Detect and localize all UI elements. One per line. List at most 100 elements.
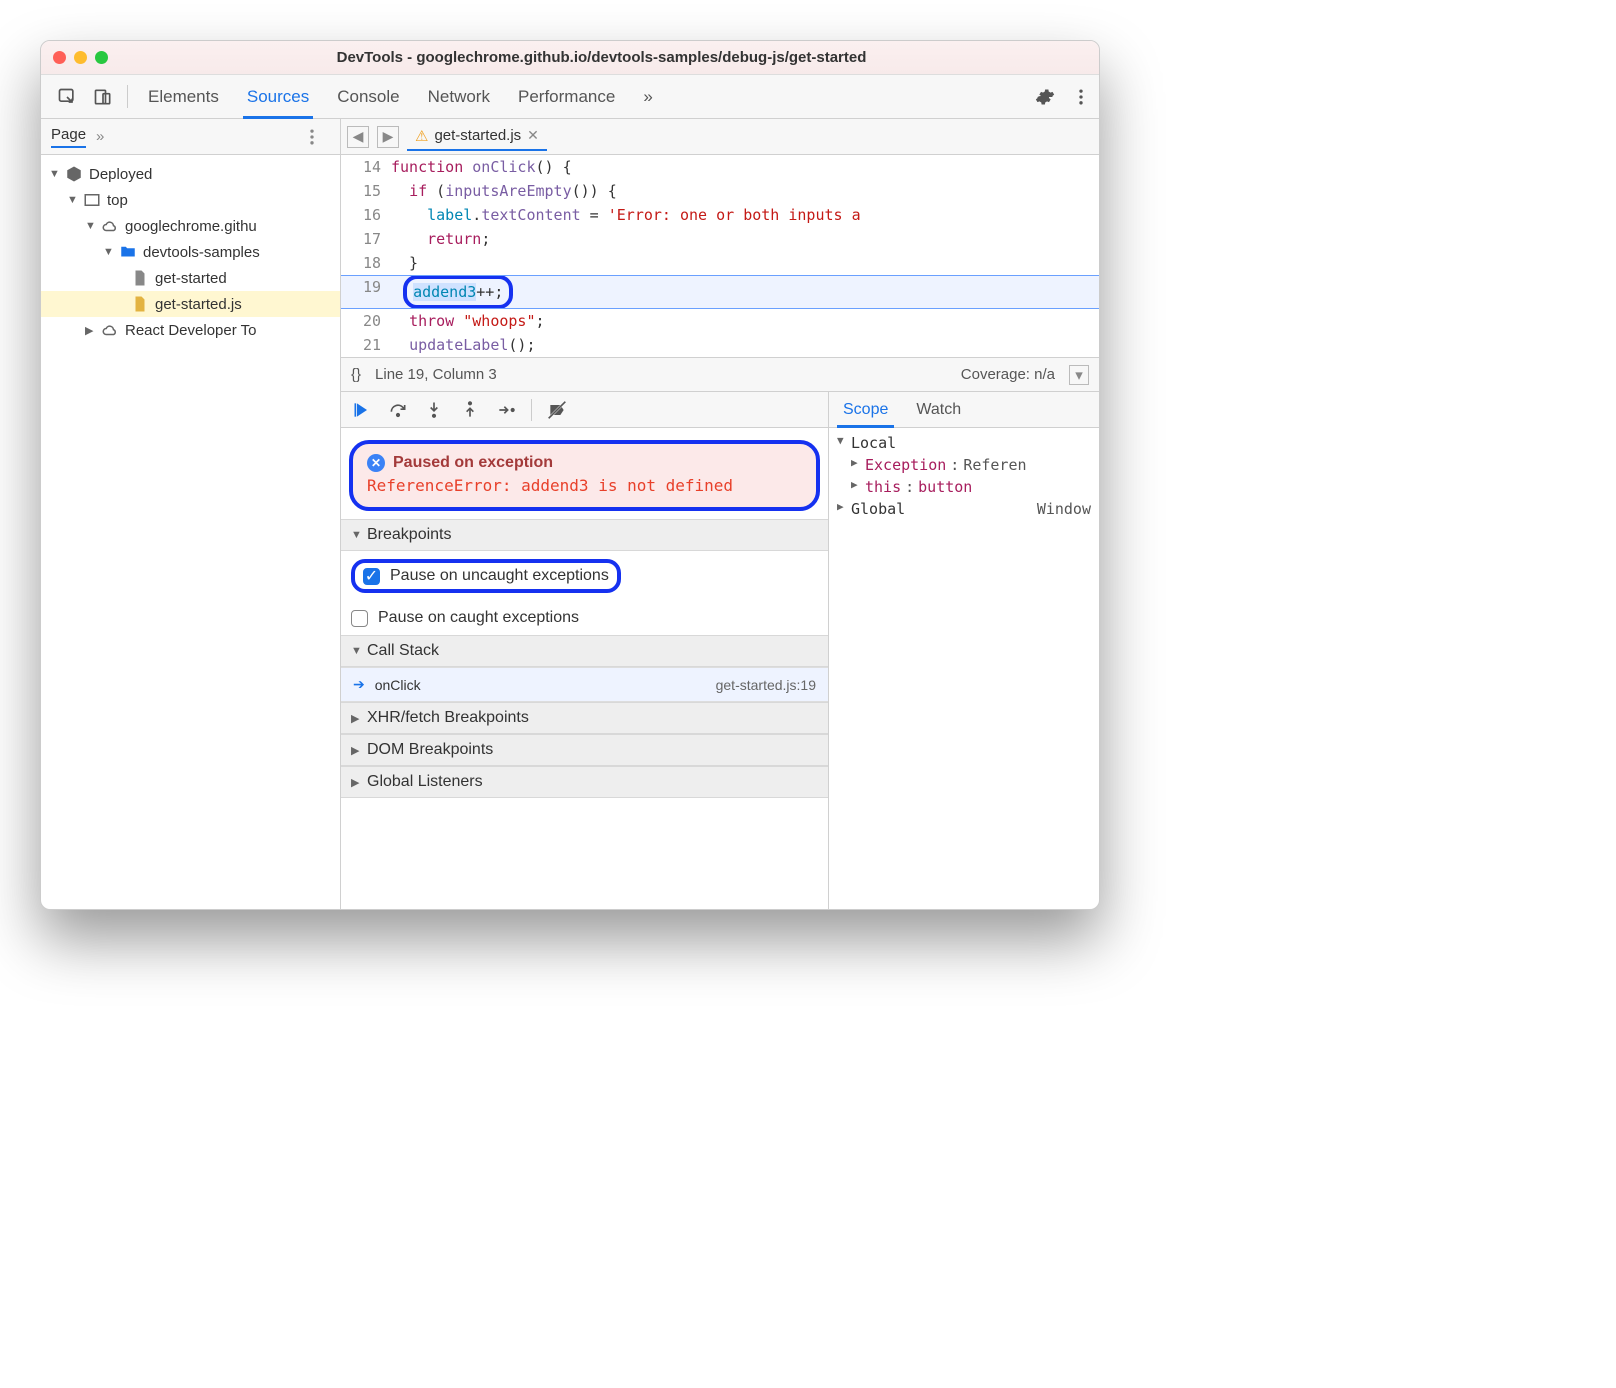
navigator-more[interactable]: » — [96, 128, 104, 145]
kebab-menu-icon[interactable] — [1063, 87, 1099, 107]
step-over-icon[interactable] — [387, 399, 409, 421]
warning-icon: ⚠ — [415, 127, 428, 145]
tab-performance[interactable]: Performance — [504, 75, 629, 118]
editor-tab-label: get-started.js — [434, 127, 521, 144]
frame-icon — [83, 191, 101, 209]
line-number[interactable]: 21 — [341, 333, 391, 357]
tab-watch[interactable]: Watch — [902, 392, 975, 427]
line-number[interactable]: 17 — [341, 227, 391, 251]
checkbox-pause-uncaught[interactable]: ✓ — [363, 568, 380, 585]
window-close-button[interactable] — [53, 51, 66, 64]
scope-local[interactable]: ▼Local — [829, 432, 1099, 454]
tab-network[interactable]: Network — [414, 75, 504, 118]
chevron-down-icon: ▼ — [103, 246, 113, 258]
script-icon — [131, 295, 149, 313]
debugger-pane: ✕ Paused on exception ReferenceError: ad… — [341, 392, 829, 909]
section-label: DOM Breakpoints — [367, 741, 493, 759]
chevron-right-icon: ▶ — [85, 324, 95, 337]
paused-title: Paused on exception — [393, 454, 553, 472]
tab-more[interactable]: » — [629, 75, 666, 118]
chevron-down-icon: ▼ — [67, 194, 77, 206]
cloud-icon — [101, 321, 119, 339]
code-editor[interactable]: 14function onClick() { 15 if (inputsAreE… — [341, 155, 1099, 357]
line-number[interactable]: 16 — [341, 203, 391, 227]
tree-top[interactable]: ▼ top — [41, 187, 340, 213]
section-label: XHR/fetch Breakpoints — [367, 709, 529, 727]
device-toolbar-icon[interactable] — [85, 75, 121, 118]
close-tab-icon[interactable]: ✕ — [527, 127, 539, 144]
scope-global[interactable]: ▶GlobalWindow — [829, 498, 1099, 520]
chevron-down-icon: ▼ — [85, 220, 95, 232]
tree-label: get-started — [155, 270, 227, 287]
line-number[interactable]: 20 — [341, 309, 391, 333]
step-icon[interactable] — [495, 399, 517, 421]
tree-react[interactable]: ▶ React Developer To — [41, 317, 340, 343]
section-label: Call Stack — [367, 642, 439, 660]
section-label: Breakpoints — [367, 526, 452, 544]
step-out-icon[interactable] — [459, 399, 481, 421]
panel-tabs: Elements Sources Console Network Perform… — [134, 75, 667, 118]
paused-error-message: ReferenceError: addend3 is not defined — [367, 476, 802, 495]
section-global[interactable]: ▶Global Listeners — [341, 766, 828, 798]
debugger-toolbar — [341, 392, 828, 428]
tree-label: Deployed — [89, 166, 152, 183]
cloud-icon — [101, 217, 119, 235]
devtools-window: DevTools - googlechrome.github.io/devtoo… — [40, 40, 1100, 910]
chevron-down-icon: ▼ — [49, 168, 59, 180]
tab-elements[interactable]: Elements — [134, 75, 233, 118]
tree-file-html[interactable]: get-started — [41, 265, 340, 291]
coverage-label: Coverage: n/a — [961, 366, 1055, 383]
section-label: Global Listeners — [367, 773, 483, 791]
pretty-print-icon[interactable]: {} — [351, 366, 361, 383]
document-icon — [131, 269, 149, 287]
scope-pane: Scope Watch ▼Local ▶Exception: Referen ▶… — [829, 392, 1099, 909]
step-into-icon[interactable] — [423, 399, 445, 421]
highlight-exception-token: addend3++; — [403, 275, 513, 309]
navigator-pane: Page » ▼ Deployed ▼ top — [41, 119, 341, 909]
coverage-toggle-icon[interactable]: ▾ — [1069, 365, 1089, 385]
tree-folder[interactable]: ▼ devtools-samples — [41, 239, 340, 265]
divider — [531, 399, 532, 421]
settings-gear-icon[interactable] — [1027, 87, 1063, 107]
folder-icon — [119, 243, 137, 261]
tree-origin[interactable]: ▼ googlechrome.githu — [41, 213, 340, 239]
tree-label: devtools-samples — [143, 244, 260, 261]
section-breakpoints[interactable]: ▼Breakpoints — [341, 519, 828, 551]
editor-tab[interactable]: ⚠ get-started.js ✕ — [407, 123, 547, 151]
section-dom[interactable]: ▶DOM Breakpoints — [341, 734, 828, 766]
deactivate-breakpoints-icon[interactable] — [546, 399, 568, 421]
callstack-frame[interactable]: ➔ onClick get-started.js:19 — [341, 667, 828, 702]
tab-scope[interactable]: Scope — [829, 392, 902, 427]
line-number[interactable]: 19 — [341, 275, 391, 309]
cube-icon — [65, 165, 83, 183]
section-xhr[interactable]: ▶XHR/fetch Breakpoints — [341, 702, 828, 734]
tree-file-js[interactable]: get-started.js — [41, 291, 340, 317]
navigator-tab-page[interactable]: Page — [51, 126, 86, 148]
current-frame-arrow-icon: ➔ — [353, 676, 365, 693]
error-circle-icon: ✕ — [367, 454, 385, 472]
scope-exception[interactable]: ▶Exception: Referen — [829, 454, 1099, 476]
tab-sources[interactable]: Sources — [233, 75, 323, 118]
line-number[interactable]: 14 — [341, 155, 391, 179]
tree-deployed[interactable]: ▼ Deployed — [41, 161, 340, 187]
file-tree: ▼ Deployed ▼ top ▼ googlechrome.githu ▼ — [41, 155, 340, 349]
titlebar: DevTools - googlechrome.github.io/devtoo… — [41, 41, 1099, 75]
line-number[interactable]: 18 — [341, 251, 391, 275]
tab-console[interactable]: Console — [323, 75, 413, 118]
line-number[interactable]: 15 — [341, 179, 391, 203]
window-zoom-button[interactable] — [95, 51, 108, 64]
tree-label: get-started.js — [155, 296, 242, 313]
section-callstack[interactable]: ▼Call Stack — [341, 635, 828, 667]
nav-side-icon[interactable]: ▶ — [377, 126, 399, 148]
navigator-menu-icon[interactable] — [294, 127, 330, 147]
scope-this[interactable]: ▶this: button — [829, 476, 1099, 498]
pause-uncaught-label: Pause on uncaught exceptions — [390, 567, 609, 585]
window-minimize-button[interactable] — [74, 51, 87, 64]
nav-back-icon[interactable]: ◀ — [347, 126, 369, 148]
tree-label: React Developer To — [125, 322, 256, 339]
callstack-fn: onClick — [375, 677, 421, 693]
resume-icon[interactable] — [351, 399, 373, 421]
inspect-element-icon[interactable] — [49, 75, 85, 118]
checkbox-pause-caught[interactable] — [351, 610, 368, 627]
tree-label: googlechrome.githu — [125, 218, 257, 235]
